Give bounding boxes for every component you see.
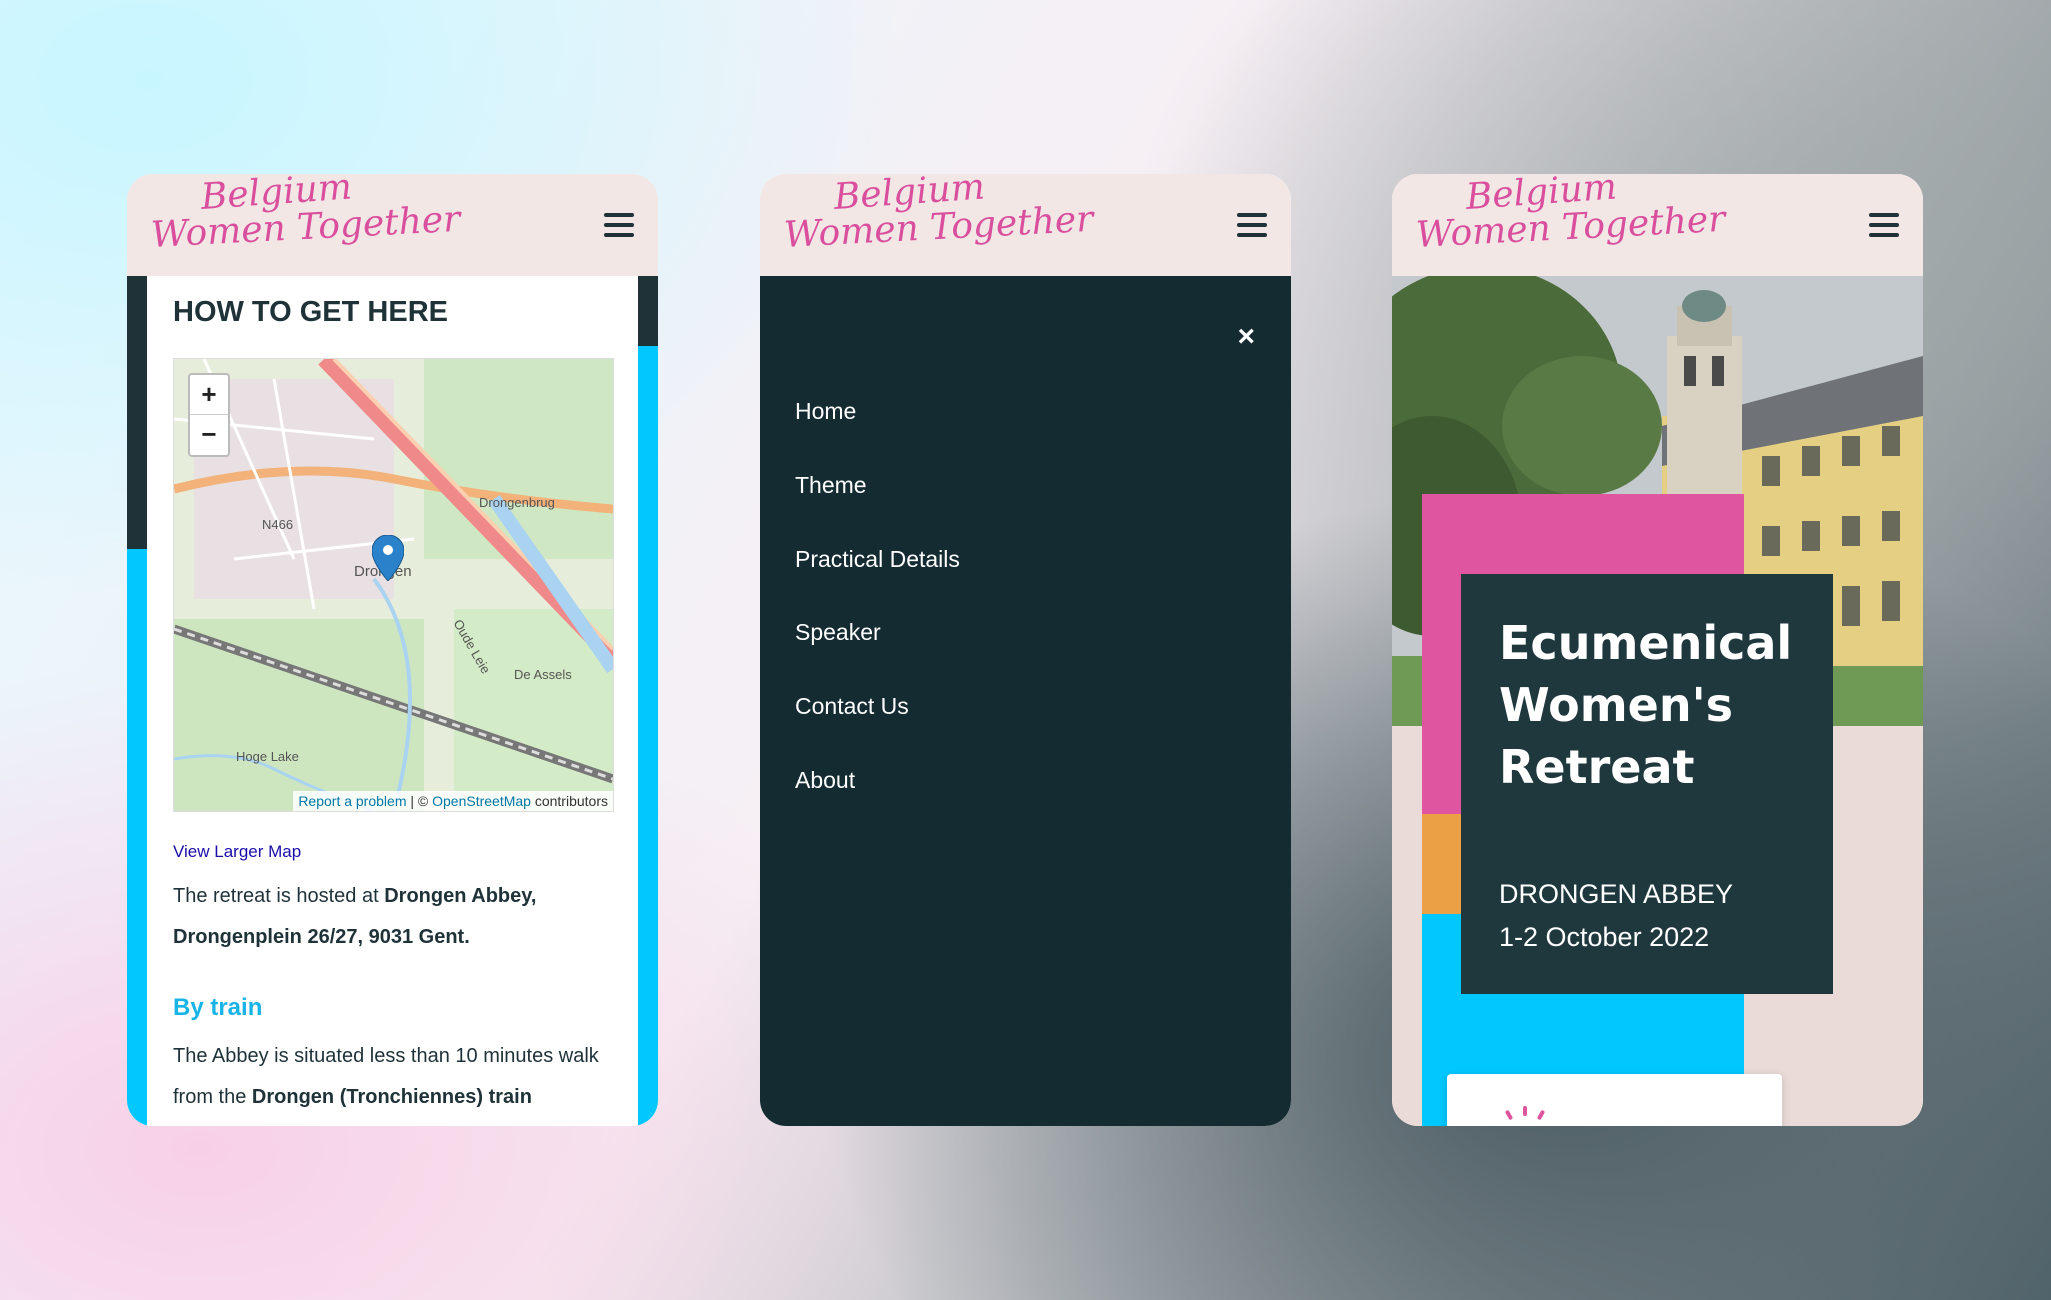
- intro-paragraph: The retreat is hosted at Drongen Abbey, …: [173, 876, 613, 958]
- site-logo[interactable]: Belgium Women Together: [1414, 174, 1727, 256]
- logo-line-2: Women Together: [1414, 198, 1727, 256]
- menu-icon[interactable]: [1869, 213, 1899, 237]
- view-larger-map-link[interactable]: View Larger Map: [173, 842, 301, 862]
- report-problem-link[interactable]: Report a problem: [298, 793, 406, 809]
- logo-line-2: Women Together: [149, 198, 462, 256]
- sparkle-icon: [1523, 1106, 1527, 1116]
- decorative-side-right: [638, 276, 658, 1126]
- map-pin-icon[interactable]: [372, 535, 404, 581]
- nav-item-home[interactable]: Home: [795, 398, 856, 425]
- map-zoom-control: + −: [188, 373, 230, 457]
- map-label-n466: N466: [262, 517, 294, 532]
- site-header: Belgium Women Together: [127, 174, 658, 276]
- info-card: [1447, 1074, 1782, 1126]
- phone-screen-menu: Belgium Women Together × Home Theme Prac…: [760, 174, 1291, 1126]
- map-tiles: [174, 359, 613, 811]
- phone-screen-home: Belgium Women Together Ecumenical Women'…: [1392, 174, 1923, 1126]
- sparkle-icon: [1536, 1109, 1546, 1121]
- site-logo[interactable]: Belgium Women Together: [782, 174, 1095, 256]
- close-icon[interactable]: ×: [1237, 320, 1255, 354]
- phone-screen-directions: Belgium Women Together HOW TO GET HERE N…: [127, 174, 658, 1126]
- attribution-contributors: contributors: [530, 793, 608, 809]
- hero-card: Ecumenical Women's Retreat DRONGEN ABBEY…: [1461, 574, 1833, 994]
- menu-icon[interactable]: [604, 213, 634, 237]
- site-logo[interactable]: Belgium Women Together: [149, 174, 462, 256]
- nav-item-about[interactable]: About: [795, 767, 855, 794]
- map-label-drongenbrug: Drongenbrug: [479, 495, 555, 510]
- zoom-out-button[interactable]: −: [190, 415, 228, 454]
- map-attribution: Report a problem | © OpenStreetMap contr…: [293, 791, 613, 811]
- embedded-map[interactable]: N466 Drongenbrug Drongen De Assels Hoge …: [173, 358, 614, 812]
- nav-item-practical-details[interactable]: Practical Details: [795, 546, 960, 573]
- train-heading: By train: [173, 994, 263, 1021]
- site-header: Belgium Women Together: [760, 174, 1291, 276]
- attribution-separator: | ©: [406, 793, 433, 809]
- logo-line-2: Women Together: [782, 198, 1095, 256]
- nav-item-theme[interactable]: Theme: [795, 472, 867, 499]
- decorative-side-left: [127, 276, 147, 1126]
- nav-item-contact-us[interactable]: Contact Us: [795, 693, 909, 720]
- map-label-de-assels: De Assels: [514, 667, 572, 682]
- hero-venue: DRONGEN ABBEY: [1499, 879, 1734, 909]
- sparkle-icon: [1504, 1109, 1514, 1121]
- openstreetmap-link[interactable]: OpenStreetMap: [432, 793, 531, 809]
- hero-dates: 1-2 October 2022: [1499, 922, 1710, 952]
- train-station: Drongen (Tronchiennes) train: [251, 1086, 532, 1108]
- nav-item-speaker[interactable]: Speaker: [795, 619, 881, 646]
- nav-menu-overlay: × Home Theme Practical Details Speaker C…: [760, 276, 1291, 1126]
- train-paragraph: The Abbey is situated less than 10 minut…: [173, 1036, 613, 1118]
- menu-icon[interactable]: [1237, 213, 1267, 237]
- zoom-in-button[interactable]: +: [190, 375, 228, 415]
- page-content: HOW TO GET HERE N466 Drongenbrug Dron: [147, 276, 638, 1126]
- hero-title: Ecumenical Women's Retreat: [1499, 616, 1793, 794]
- map-label-hoge-lake: Hoge Lake: [236, 749, 299, 764]
- intro-lead: The retreat is hosted at: [173, 885, 385, 907]
- site-header: Belgium Women Together: [1392, 174, 1923, 276]
- page-title: HOW TO GET HERE: [173, 296, 448, 328]
